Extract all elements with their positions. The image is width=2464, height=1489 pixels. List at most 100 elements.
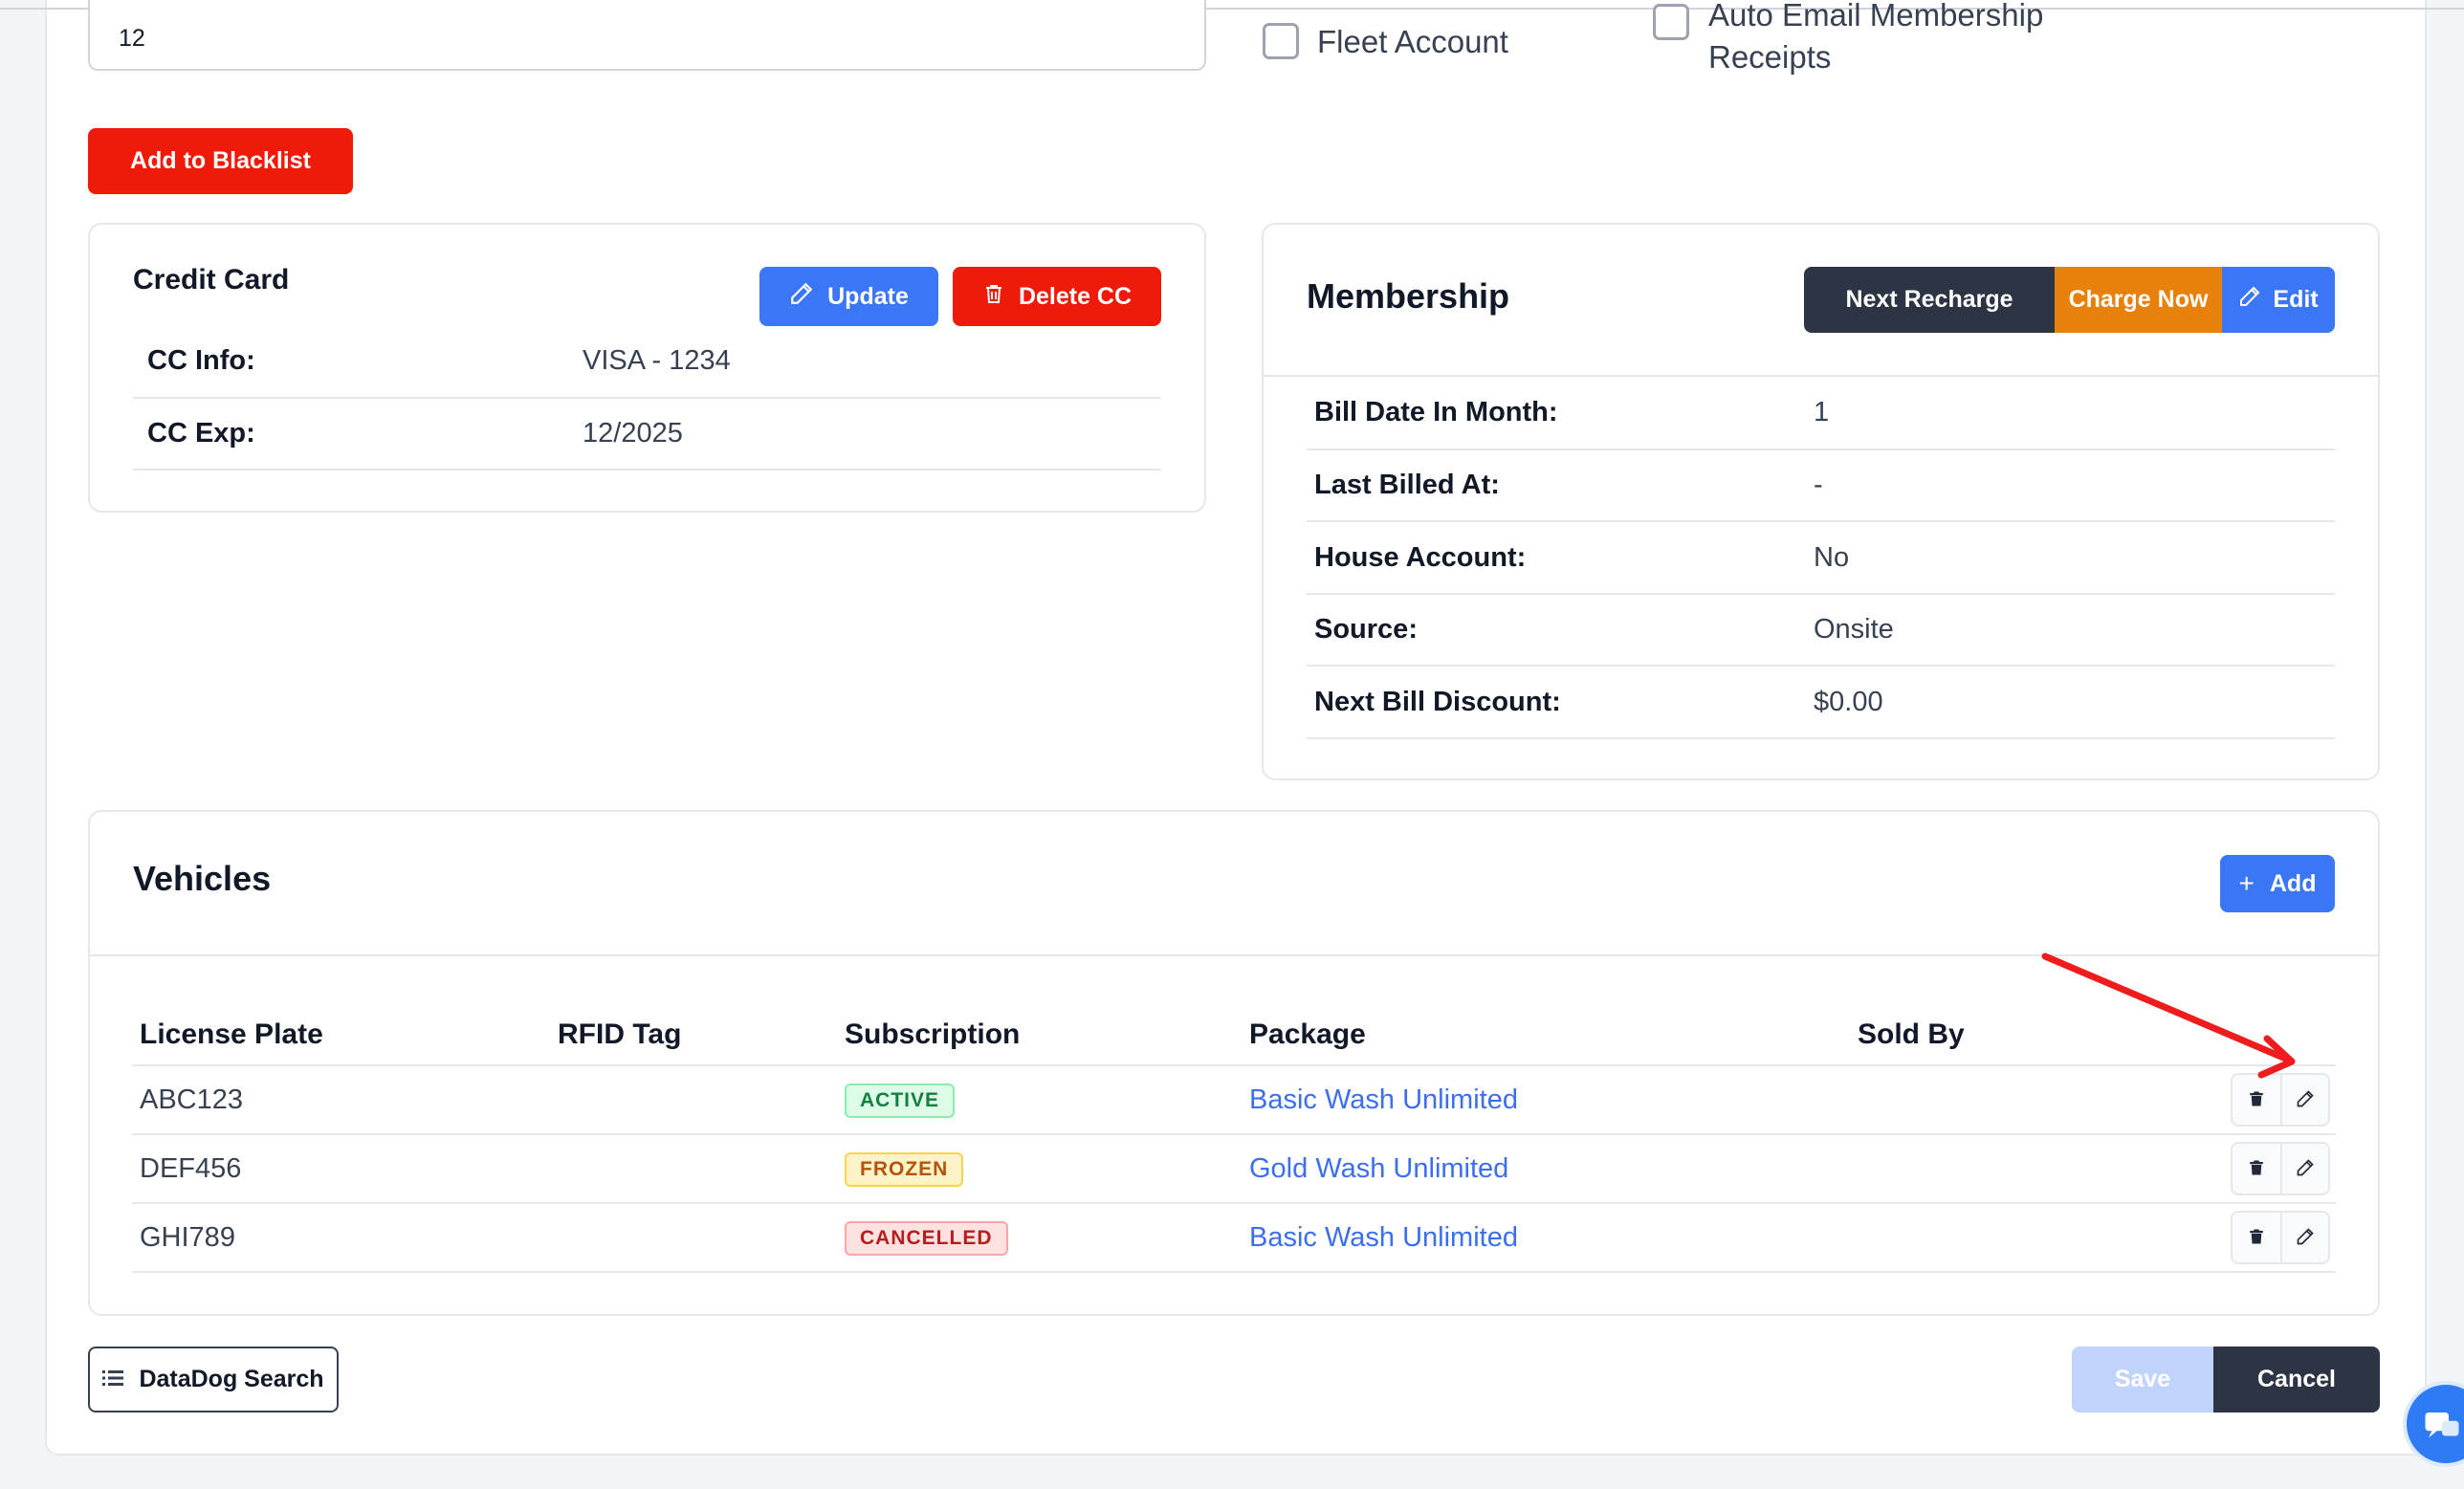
trash-icon [982, 281, 1005, 313]
delete-cc-button[interactable]: Delete CC [953, 267, 1161, 326]
cc-exp-row: CC Exp: 12/2025 [133, 398, 1161, 470]
table-row: DEF456 FROZEN Gold Wash Unlimited [132, 1134, 2336, 1204]
credit-card-title: Credit Card [133, 264, 290, 296]
row-actions [2231, 1211, 2330, 1264]
last-billed-value: - [1814, 470, 1823, 500]
status-badge: ACTIVE [845, 1083, 956, 1118]
chat-icon [2422, 1406, 2462, 1451]
edit-vehicle-button[interactable] [2280, 1144, 2328, 1193]
cc-info-row: CC Info: VISA - 1234 [133, 325, 1161, 398]
pencil-icon [789, 281, 814, 313]
last-billed-label: Last Billed At: [1314, 470, 1500, 500]
edit-membership-button[interactable]: Edit [2222, 267, 2335, 333]
package-cell: Gold Wash Unlimited [1242, 1134, 1850, 1204]
next-recharge-button[interactable]: Next Recharge [1804, 267, 2055, 333]
bill-date-row: Bill Date In Month: 1 [1307, 377, 2335, 449]
package-link[interactable]: Basic Wash Unlimited [1249, 1084, 1518, 1115]
update-cc-button[interactable]: Update [759, 267, 938, 326]
auto-email-label-line1: Auto Email Membership [1708, 0, 2044, 33]
source-label: Source: [1314, 614, 1418, 645]
cc-exp-label: CC Exp: [147, 418, 255, 449]
charge-now-button[interactable]: Charge Now [2055, 267, 2222, 333]
annotation-arrow-icon [2041, 953, 2296, 1079]
add-vehicle-label: Add [2269, 869, 2317, 897]
save-button[interactable]: Save [2072, 1347, 2213, 1412]
add-vehicle-button[interactable]: + Add [2220, 855, 2335, 912]
source-row: Source: Onsite [1307, 594, 2335, 666]
last-billed-row: Last Billed At: - [1307, 449, 2335, 521]
bill-date-label: Bill Date In Month: [1314, 397, 1558, 427]
column-header-package: Package [1242, 985, 1850, 1066]
house-account-row: House Account: No [1307, 521, 2335, 594]
pencil-icon [2296, 1158, 2315, 1180]
cancel-button[interactable]: Cancel [2213, 1347, 2380, 1412]
edit-membership-label: Edit [2273, 286, 2319, 313]
top-text-input[interactable]: 12 [88, 0, 1206, 71]
membership-title: Membership [1307, 276, 1510, 316]
next-bill-discount-value: $0.00 [1814, 686, 1883, 717]
row-actions [2231, 1142, 2330, 1195]
sold-by-cell [1850, 1203, 2194, 1273]
datadog-search-label: DataDog Search [139, 1366, 324, 1392]
edit-vehicle-button[interactable] [2280, 1213, 2328, 1262]
column-header-subscription: Subscription [837, 985, 1242, 1066]
delete-vehicle-button[interactable] [2233, 1213, 2280, 1262]
pencil-icon [2238, 285, 2261, 315]
membership-table: Bill Date In Month: 1 Last Billed At: - … [1307, 377, 2335, 739]
trash-icon [2248, 1089, 2265, 1111]
top-input-value: 12 [119, 25, 145, 52]
pencil-icon [2296, 1089, 2315, 1111]
fleet-account-label: Fleet Account [1317, 24, 1508, 59]
rfid-cell [550, 1203, 837, 1273]
table-row: GHI789 CANCELLED Basic Wash Unlimited [132, 1203, 2336, 1273]
column-header-rfid-tag: RFID Tag [550, 985, 837, 1066]
license-plate-cell: ABC123 [132, 1065, 550, 1135]
package-link[interactable]: Gold Wash Unlimited [1249, 1153, 1508, 1184]
cc-info-value: VISA - 1234 [583, 345, 731, 376]
delete-cc-label: Delete CC [1018, 282, 1133, 310]
status-badge: CANCELLED [845, 1220, 1008, 1256]
auto-email-label: Auto Email Membership Receipts [1708, 0, 2043, 78]
credit-card-table: CC Info: VISA - 1234 CC Exp: 12/2025 [133, 325, 1161, 471]
trash-icon [2248, 1227, 2265, 1249]
source-value: Onsite [1814, 614, 1894, 645]
column-header-license-plate: License Plate [132, 985, 550, 1066]
status-badge: FROZEN [845, 1151, 964, 1187]
rfid-cell [550, 1134, 837, 1204]
auto-email-label-line2: Receipts [1708, 39, 1832, 75]
next-bill-discount-label: Next Bill Discount: [1314, 686, 1561, 717]
auto-email-checkbox[interactable] [1653, 4, 1689, 40]
package-link[interactable]: Basic Wash Unlimited [1249, 1222, 1518, 1253]
vehicles-header-row: License Plate RFID Tag Subscription Pack… [132, 985, 2336, 1066]
add-to-blacklist-button[interactable]: Add to Blacklist [88, 128, 353, 194]
cc-exp-value: 12/2025 [583, 418, 683, 449]
subscription-cell: FROZEN [837, 1134, 1242, 1204]
sold-by-cell [1850, 1134, 2194, 1204]
vehicles-title: Vehicles [133, 859, 272, 898]
license-plate-cell: DEF456 [132, 1134, 550, 1204]
fleet-account-checkbox[interactable] [1263, 23, 1299, 59]
update-cc-label: Update [827, 282, 909, 310]
table-row: ABC123 ACTIVE Basic Wash Unlimited [132, 1065, 2336, 1135]
subscription-cell: CANCELLED [837, 1203, 1242, 1273]
license-plate-cell: GHI789 [132, 1203, 550, 1273]
bill-date-value: 1 [1814, 397, 1830, 427]
list-icon [102, 1366, 124, 1393]
delete-vehicle-button[interactable] [2233, 1144, 2280, 1193]
datadog-search-button[interactable]: DataDog Search [88, 1347, 339, 1412]
cc-info-label: CC Info: [147, 345, 255, 376]
package-cell: Basic Wash Unlimited [1242, 1203, 1850, 1273]
trash-icon [2248, 1158, 2265, 1180]
vehicles-header-divider [90, 954, 2378, 956]
subscription-cell: ACTIVE [837, 1065, 1242, 1135]
actions-cell [2194, 1134, 2336, 1204]
vehicles-table: License Plate RFID Tag Subscription Pack… [132, 985, 2336, 1273]
rfid-cell [550, 1065, 837, 1135]
next-bill-discount-row: Next Bill Discount: $0.00 [1307, 666, 2335, 738]
house-account-label: House Account: [1314, 541, 1527, 573]
plus-icon: + [2238, 868, 2255, 898]
house-account-value: No [1814, 541, 1850, 573]
actions-cell [2194, 1203, 2336, 1273]
pencil-icon [2296, 1227, 2315, 1249]
package-cell: Basic Wash Unlimited [1242, 1065, 1850, 1135]
